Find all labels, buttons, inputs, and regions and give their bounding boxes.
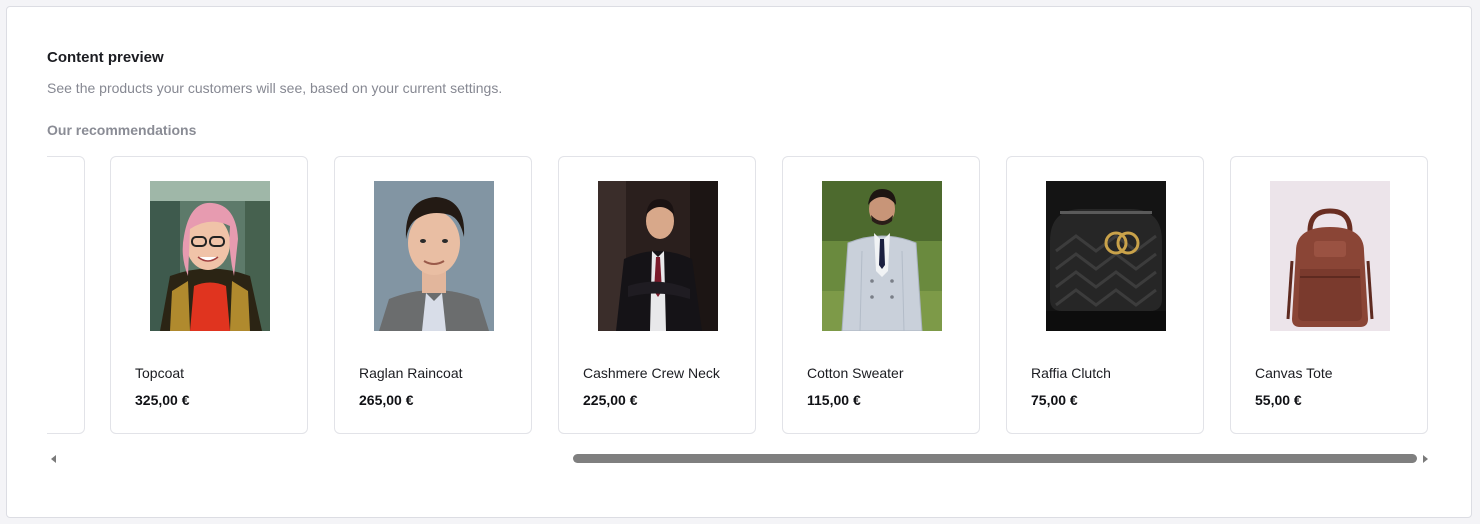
product-image[interactable] [598, 181, 718, 331]
product-image[interactable] [150, 181, 270, 331]
product-card[interactable]: Topcoat 325,00 € [110, 156, 308, 434]
page-title: Content preview [47, 49, 164, 66]
content-preview-panel: Content preview See the products your cu… [6, 6, 1472, 518]
horizontal-scrollbar[interactable] [61, 454, 1417, 464]
product-price: 115,00 € [807, 392, 861, 408]
product-image[interactable] [1046, 181, 1166, 331]
product-card[interactable]: Raglan Raincoat 265,00 € [334, 156, 532, 434]
product-card[interactable]: Raffia Clutch 75,00 € [1006, 156, 1204, 434]
recommendations-label: Our recommendations [47, 122, 197, 138]
scroll-left-arrow-icon[interactable] [51, 455, 56, 463]
product-price: 265,00 € [359, 392, 414, 408]
product-image[interactable] [374, 181, 494, 331]
product-name[interactable]: Cotton Sweater [807, 365, 904, 381]
product-name[interactable]: Canvas Tote [1255, 365, 1333, 381]
page-subtitle: See the products your customers will see… [47, 80, 503, 96]
product-card[interactable]: Cashmere Crew Neck 225,00 € [558, 156, 756, 434]
product-name[interactable]: Raffia Clutch [1031, 365, 1111, 381]
scroll-right-arrow-icon[interactable] [1423, 455, 1428, 463]
scrollbar-thumb[interactable] [573, 454, 1417, 463]
product-card[interactable]: Canvas Tote 55,00 € [1230, 156, 1428, 434]
product-price: 225,00 € [583, 392, 638, 408]
product-card-partial[interactable] [47, 156, 85, 434]
product-price: 55,00 € [1255, 392, 1302, 408]
product-price: 75,00 € [1031, 392, 1078, 408]
product-name[interactable]: Topcoat [135, 365, 184, 381]
product-card[interactable]: Cotton Sweater 115,00 € [782, 156, 980, 434]
product-name[interactable]: Cashmere Crew Neck [583, 365, 720, 381]
product-name[interactable]: Raglan Raincoat [359, 365, 463, 381]
product-image[interactable] [1270, 181, 1390, 331]
product-carousel[interactable]: Topcoat 325,00 € Raglan Raincoat 265,00 … [47, 155, 1430, 437]
product-price: 325,00 € [135, 392, 190, 408]
product-image[interactable] [822, 181, 942, 331]
